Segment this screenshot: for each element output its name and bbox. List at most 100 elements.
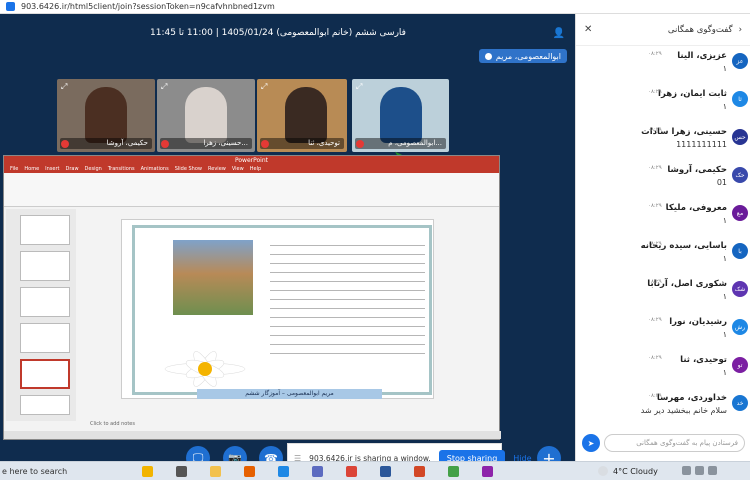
file-explorer-icon[interactable] bbox=[210, 466, 221, 477]
chevron-right-icon[interactable]: › bbox=[739, 25, 742, 35]
message-text: ۱ bbox=[722, 330, 727, 339]
app2-icon[interactable] bbox=[482, 466, 493, 477]
chat-message: ثا ثابت ایمان، زهرا ۰۸:۲۹ ۱ bbox=[576, 86, 750, 122]
message-text: ۱ bbox=[722, 292, 727, 301]
daisy-image bbox=[164, 351, 246, 387]
system-tray[interactable] bbox=[682, 466, 717, 475]
chat-message: شک شکوری اصل، آرنابا ۰۸:۲۹ ۱ bbox=[576, 276, 750, 312]
chat-message: خد خداوردی، مهرسا ۰۸:۲۹ سلام خانم ببخشید دی… bbox=[576, 390, 750, 426]
ppt-tab: File bbox=[10, 166, 19, 172]
chat-message: حس حسینی، زهرا سادات ۰۸:۲۹ 1111111111 bbox=[576, 124, 750, 160]
chat-message: تو توحیدی، ثنا ۰۸:۲۹ ۱ bbox=[576, 352, 750, 388]
ppt-tab: Home bbox=[24, 166, 40, 172]
presenter-name: ابوالمعصومی، مریم bbox=[495, 51, 561, 61]
weather-text[interactable]: 4°C Cloudy bbox=[613, 467, 658, 476]
edge-icon[interactable] bbox=[278, 466, 289, 477]
powerpoint-icon[interactable] bbox=[414, 466, 425, 477]
message-text: سلام خانم ببخشید دیر شد bbox=[640, 406, 727, 415]
slide-frame bbox=[132, 225, 432, 395]
slide-illustration bbox=[173, 240, 253, 315]
ppt-tab: Insert bbox=[45, 166, 60, 172]
slide-text-block bbox=[270, 240, 425, 360]
avatar: رش bbox=[732, 319, 748, 335]
expand-icon[interactable]: ⤢ bbox=[356, 82, 362, 92]
webcam-video bbox=[85, 87, 127, 143]
message-time: ۰۸:۲۹ bbox=[648, 279, 662, 285]
ppt-tab: Animations bbox=[140, 166, 169, 172]
webcam-tile[interactable]: ⤢ ابوالمعصومی، م... bbox=[352, 79, 449, 152]
task-view-icon[interactable] bbox=[176, 466, 187, 477]
webcam-tile[interactable]: ⤢ توحیدی، ثنا bbox=[257, 79, 347, 152]
url-text[interactable]: 903.6426.ir/html5client/join?sessionToke… bbox=[21, 2, 275, 11]
address-bar[interactable]: 903.6426.ir/html5client/join?sessionToke… bbox=[0, 0, 750, 14]
presenter-badge: ابوالمعصومی، مریم bbox=[478, 49, 567, 63]
chat-message: حک حکیمی، آروشا ۰۸:۲۹ 01 bbox=[576, 162, 750, 198]
site-icon bbox=[6, 2, 15, 11]
chrome-icon[interactable] bbox=[346, 466, 357, 477]
slide-thumbnail bbox=[20, 251, 70, 281]
volume-icon[interactable] bbox=[708, 466, 717, 475]
mic-muted-icon bbox=[61, 140, 69, 148]
chat-message: رش رشیدیان، نورا ۰۸:۲۹ ۱ bbox=[576, 314, 750, 350]
slide-thumbnail bbox=[20, 215, 70, 245]
slide-thumbnail-selected bbox=[20, 359, 70, 389]
ppt-ribbon bbox=[4, 173, 499, 207]
expand-icon[interactable]: ⤢ bbox=[261, 82, 267, 92]
avatar: ثا bbox=[732, 91, 748, 107]
ppt-tab: Help bbox=[249, 166, 262, 172]
meeting-area: فارسی ششم (خانم ابوالمعصومی) 1405/01/24 … bbox=[0, 14, 575, 473]
ppt-status-bar bbox=[4, 431, 501, 439]
cloud-icon bbox=[598, 466, 608, 476]
chevron-up-icon[interactable] bbox=[682, 466, 691, 475]
ppt-tab: Transitions bbox=[107, 166, 135, 172]
ppt-tab: Slide Show bbox=[174, 166, 203, 172]
close-icon[interactable]: ✕ bbox=[584, 24, 592, 35]
message-sender: عزیزی، الینا bbox=[677, 51, 727, 61]
chat-input[interactable]: فرستادن پیام به گفت‌وگوی همگانی bbox=[604, 434, 745, 452]
send-icon: ➤ bbox=[587, 438, 595, 448]
slide-thumbnail bbox=[20, 287, 70, 317]
message-time: ۰۸:۲۹ bbox=[648, 89, 662, 95]
taskbar-search[interactable]: e here to search bbox=[2, 467, 67, 476]
current-slide: مریم ابوالمعصومی – آموزگار ششم bbox=[121, 219, 434, 399]
avatar: تو bbox=[732, 357, 748, 373]
message-sender: حکیمی، آروشا bbox=[667, 165, 727, 175]
webcam-tile[interactable]: ⤢ حکیمی، آروشا bbox=[57, 79, 155, 152]
message-time: ۰۸:۲۹ bbox=[648, 203, 662, 209]
send-button[interactable]: ➤ bbox=[582, 434, 600, 452]
chat-input-row: ➤ فرستادن پیام به گفت‌وگوی همگانی bbox=[582, 433, 745, 453]
chat-header: ✕ گفت‌وگوی همگانی › bbox=[576, 14, 750, 46]
chat-title: گفت‌وگوی همگانی bbox=[667, 24, 733, 35]
word-icon[interactable] bbox=[380, 466, 391, 477]
meeting-title: فارسی ششم (خانم ابوالمعصومی) 1405/01/24 … bbox=[150, 28, 406, 38]
chat-message: عز عزیزی، الینا ۰۸:۲۹ ۱ bbox=[576, 48, 750, 84]
message-time: ۰۸:۲۹ bbox=[648, 51, 662, 57]
message-sender: رشیدیان، نورا bbox=[669, 317, 727, 327]
slide-thumbnail bbox=[20, 395, 70, 415]
mic-muted-icon bbox=[356, 140, 364, 148]
slide-footer: مریم ابوالمعصومی – آموزگار ششم bbox=[197, 389, 382, 399]
message-time: ۰۸:۲۹ bbox=[648, 241, 662, 247]
mic-muted-icon bbox=[161, 140, 169, 148]
message-time: ۰۸:۲۹ bbox=[648, 355, 662, 361]
widgets-icon[interactable] bbox=[142, 466, 153, 477]
message-text: ۱ bbox=[722, 254, 727, 263]
firefox-icon[interactable] bbox=[244, 466, 255, 477]
message-sender: توحیدی، ثنا bbox=[680, 355, 727, 365]
webcam-tile[interactable]: ⤢ حسینی، زهرا... bbox=[157, 79, 255, 152]
users-icon[interactable]: 👤 bbox=[553, 28, 565, 39]
webcam-video bbox=[380, 87, 422, 143]
meeting-header: فارسی ششم (خانم ابوالمعصومی) 1405/01/24 … bbox=[0, 14, 575, 54]
message-text: ۱ bbox=[722, 102, 727, 111]
expand-icon[interactable]: ⤢ bbox=[61, 82, 67, 92]
expand-icon[interactable]: ⤢ bbox=[161, 82, 167, 92]
app1-icon[interactable] bbox=[448, 466, 459, 477]
network-icon[interactable] bbox=[695, 466, 704, 475]
mic-muted-icon bbox=[261, 140, 269, 148]
store-icon[interactable] bbox=[312, 466, 323, 477]
avatar: حک bbox=[732, 167, 748, 183]
avatar: خد bbox=[732, 395, 748, 411]
webcam-video bbox=[185, 87, 227, 143]
message-time: ۰۸:۲۹ bbox=[648, 393, 662, 399]
taskbar: e here to search 4°C Cloudy bbox=[0, 461, 750, 480]
